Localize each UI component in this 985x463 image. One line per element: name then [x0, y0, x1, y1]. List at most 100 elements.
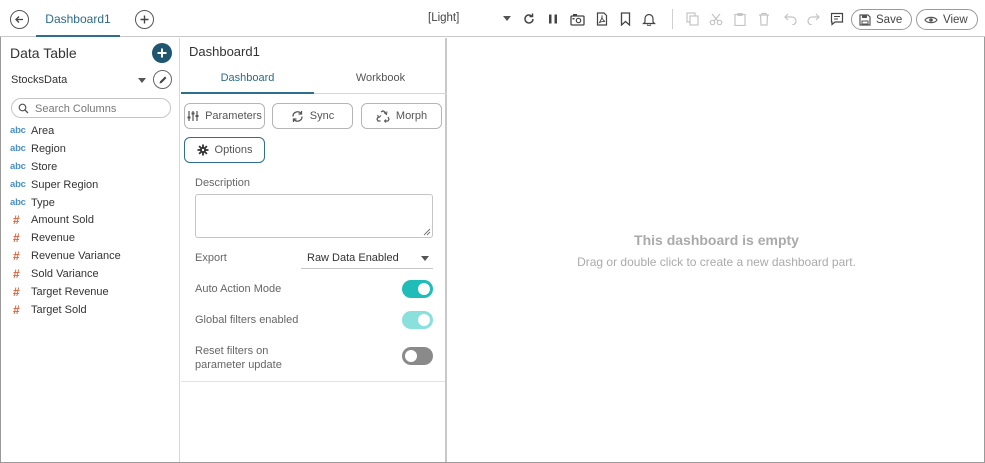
view-label: View [943, 13, 968, 26]
description-label: Description [195, 177, 251, 189]
sync-button[interactable]: Sync [272, 103, 353, 129]
column-item[interactable]: # Target Sold [10, 301, 175, 319]
numeric-type-icon: # [13, 213, 20, 228]
column-item[interactable]: abc Area [10, 122, 175, 140]
column-item[interactable]: abc Store [10, 158, 175, 176]
column-item[interactable]: abc Type [10, 194, 175, 212]
edit-data-source-button[interactable] [153, 70, 172, 89]
parameters-label: Parameters [205, 110, 262, 122]
cut-button[interactable] [708, 11, 724, 27]
column-name: Amount Sold [31, 214, 94, 227]
dashboard-canvas[interactable]: This dashboard is empty Drag or double c… [449, 38, 984, 462]
save-icon [859, 13, 871, 26]
chevron-down-icon[interactable] [138, 78, 146, 83]
tab-dashboard[interactable]: Dashboard [181, 72, 314, 94]
column-name: Type [31, 196, 55, 209]
delete-icon [759, 12, 769, 26]
column-item[interactable]: # Sold Variance [10, 265, 175, 283]
column-item[interactable]: # Revenue [10, 229, 175, 247]
pdf-icon [596, 12, 608, 26]
reset-filters-toggle[interactable] [402, 347, 433, 365]
save-button[interactable]: Save [851, 9, 913, 30]
column-item[interactable]: # Amount Sold [10, 211, 175, 229]
view-button[interactable]: View [916, 9, 978, 30]
column-name: Area [31, 124, 55, 137]
copy-icon [685, 12, 699, 26]
delete-button[interactable] [756, 11, 772, 27]
numeric-type-icon: # [13, 249, 20, 264]
alerts-button[interactable] [641, 11, 657, 27]
numeric-type-icon: # [13, 231, 20, 246]
resize-grip-icon[interactable] [423, 228, 431, 236]
theme-select[interactable]: [Light] [428, 12, 459, 24]
paste-button[interactable] [732, 11, 748, 27]
morph-button[interactable]: Morph [361, 103, 442, 129]
column-item[interactable]: abc Super Region [10, 176, 175, 194]
numeric-type-icon: # [13, 302, 20, 317]
add-icon [140, 15, 149, 24]
numeric-type-icon: # [13, 284, 20, 299]
options-button[interactable]: Options [184, 137, 265, 163]
copy-button[interactable] [684, 11, 700, 27]
empty-state-subtitle: Drag or double click to create a new das… [577, 255, 856, 269]
options-label: Options [214, 144, 253, 156]
column-item[interactable]: # Target Revenue [10, 283, 175, 301]
eye-icon [924, 16, 938, 23]
sync-icon [292, 110, 303, 122]
text-type-icon: abc [10, 161, 26, 173]
description-field[interactable] [195, 194, 433, 238]
text-type-icon: abc [10, 143, 26, 155]
back-button[interactable] [10, 10, 29, 29]
top-bar: Dashboard1 [Light] Save View [0, 0, 985, 37]
export-select[interactable]: Raw Data Enabled [301, 249, 433, 269]
properties-panel: Dashboard1 Dashboard Workbook Parameters… [181, 38, 447, 462]
pause-icon [549, 14, 557, 24]
text-type-icon: abc [10, 125, 26, 137]
column-name: Super Region [31, 178, 99, 191]
undo-icon [783, 13, 797, 25]
data-source-select[interactable]: StocksData [11, 74, 67, 86]
column-item[interactable]: # Revenue Variance [10, 247, 175, 265]
comment-button[interactable] [829, 11, 845, 27]
refresh-icon [524, 13, 534, 24]
tab-workbook[interactable]: Workbook [314, 72, 447, 94]
auto-action-toggle[interactable] [402, 280, 433, 298]
column-name: Store [31, 160, 58, 173]
refresh-button[interactable] [521, 11, 537, 27]
toggle-knob [405, 350, 417, 362]
parameters-button[interactable]: Parameters [184, 103, 265, 129]
add-icon [157, 48, 167, 58]
snapshot-button[interactable] [569, 11, 585, 27]
column-name: Target Revenue [31, 285, 109, 298]
sync-label: Sync [309, 110, 335, 122]
reset-filters-label: Reset filters on parameter update [195, 345, 282, 371]
paste-icon [734, 13, 746, 26]
numeric-type-icon: # [13, 267, 20, 282]
pencil-icon [159, 76, 166, 83]
chevron-down-icon[interactable] [503, 16, 511, 21]
redo-button[interactable] [805, 11, 821, 27]
save-label: Save [876, 13, 903, 26]
text-type-icon: abc [10, 197, 26, 208]
bookmark-button[interactable] [617, 11, 633, 27]
column-name: Revenue Variance [31, 250, 121, 263]
pdf-button[interactable] [594, 11, 610, 27]
data-table-panel: Data Table StocksData abcAreaabcRegionab… [1, 38, 180, 462]
sliders-icon [187, 111, 199, 121]
bell-icon [642, 13, 656, 26]
pause-button[interactable] [545, 11, 561, 27]
search-columns-input[interactable] [35, 101, 165, 116]
column-name: Target Sold [31, 303, 87, 316]
add-column-button[interactable] [152, 43, 172, 63]
add-tab-button[interactable] [135, 10, 154, 29]
search-columns-box [11, 98, 171, 118]
undo-button[interactable] [782, 11, 798, 27]
global-filters-toggle[interactable] [402, 311, 433, 329]
dashboard-title: Dashboard1 [189, 44, 260, 59]
dashboard-tab[interactable]: Dashboard1 [36, 10, 120, 37]
column-item[interactable]: abc Region [10, 140, 175, 158]
chevron-down-icon[interactable] [421, 256, 429, 261]
recycle-icon [376, 109, 390, 123]
back-arrow-icon [15, 16, 23, 23]
redo-icon [806, 13, 820, 25]
